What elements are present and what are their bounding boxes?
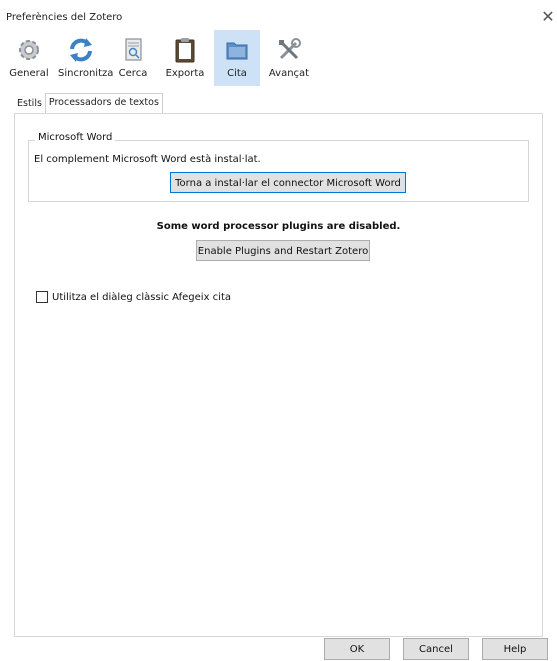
plugins-warning: Some word processor plugins are disabled… [156,221,401,232]
gear-icon [19,40,39,60]
toolbar-sync[interactable]: Sincronitza [58,30,114,86]
toolbar-search-label: Cerca [118,68,148,79]
word-group-title: Microsoft Word [35,132,116,143]
classic-dialog-label[interactable]: Utilitza el diàleg clàssic Afegeix cita [52,292,231,303]
enable-plugins-button[interactable]: Enable Plugins and Restart Zotero [196,240,370,261]
toolbar-general-label: General [9,68,49,79]
toolbar-search[interactable]: Cerca [110,30,156,86]
search-doc-icon [125,38,142,61]
tab-styles[interactable]: Estils [14,95,45,112]
window-title: Preferències del Zotero [6,12,123,23]
reinstall-word-button[interactable]: Torna a instal·lar el connector Microsof… [170,172,406,193]
classic-dialog-option: Utilitza el diàleg clàssic Afegeix cita [36,291,231,303]
preferences-toolbar: General Sincronitza Cerca Exporta Cita A… [6,30,318,86]
cancel-button[interactable]: Cancel [403,638,469,660]
tools-icon [279,38,301,60]
toolbar-cite[interactable]: Cita [214,30,260,86]
sync-icon [70,38,92,62]
toolbar-export[interactable]: Exporta [162,30,208,86]
tab-word-processors[interactable]: Processadors de textos [44,93,163,113]
toolbar-cite-label: Cita [227,68,247,79]
toolbar-general[interactable]: General [6,30,52,86]
clipboard-icon [175,38,195,63]
folder-icon [226,42,248,60]
tab-strip: Estils Processadors de textos [14,93,163,113]
title-bar: Preferències del Zotero ✕ [0,0,557,28]
toolbar-advanced[interactable]: Avançat [266,30,312,86]
close-icon[interactable]: ✕ [539,7,557,26]
toolbar-export-label: Exporta [165,68,205,79]
dialog-footer: OK Cancel Help [0,638,557,660]
classic-dialog-checkbox[interactable] [36,291,48,303]
word-installed-text: El complement Microsoft Word està instal… [34,154,261,165]
toolbar-advanced-label: Avançat [268,68,310,79]
toolbar-sync-label: Sincronitza [58,68,114,79]
tab-panel: Microsoft Word El complement Microsoft W… [14,113,543,637]
help-button[interactable]: Help [482,638,548,660]
ok-button[interactable]: OK [324,638,390,660]
